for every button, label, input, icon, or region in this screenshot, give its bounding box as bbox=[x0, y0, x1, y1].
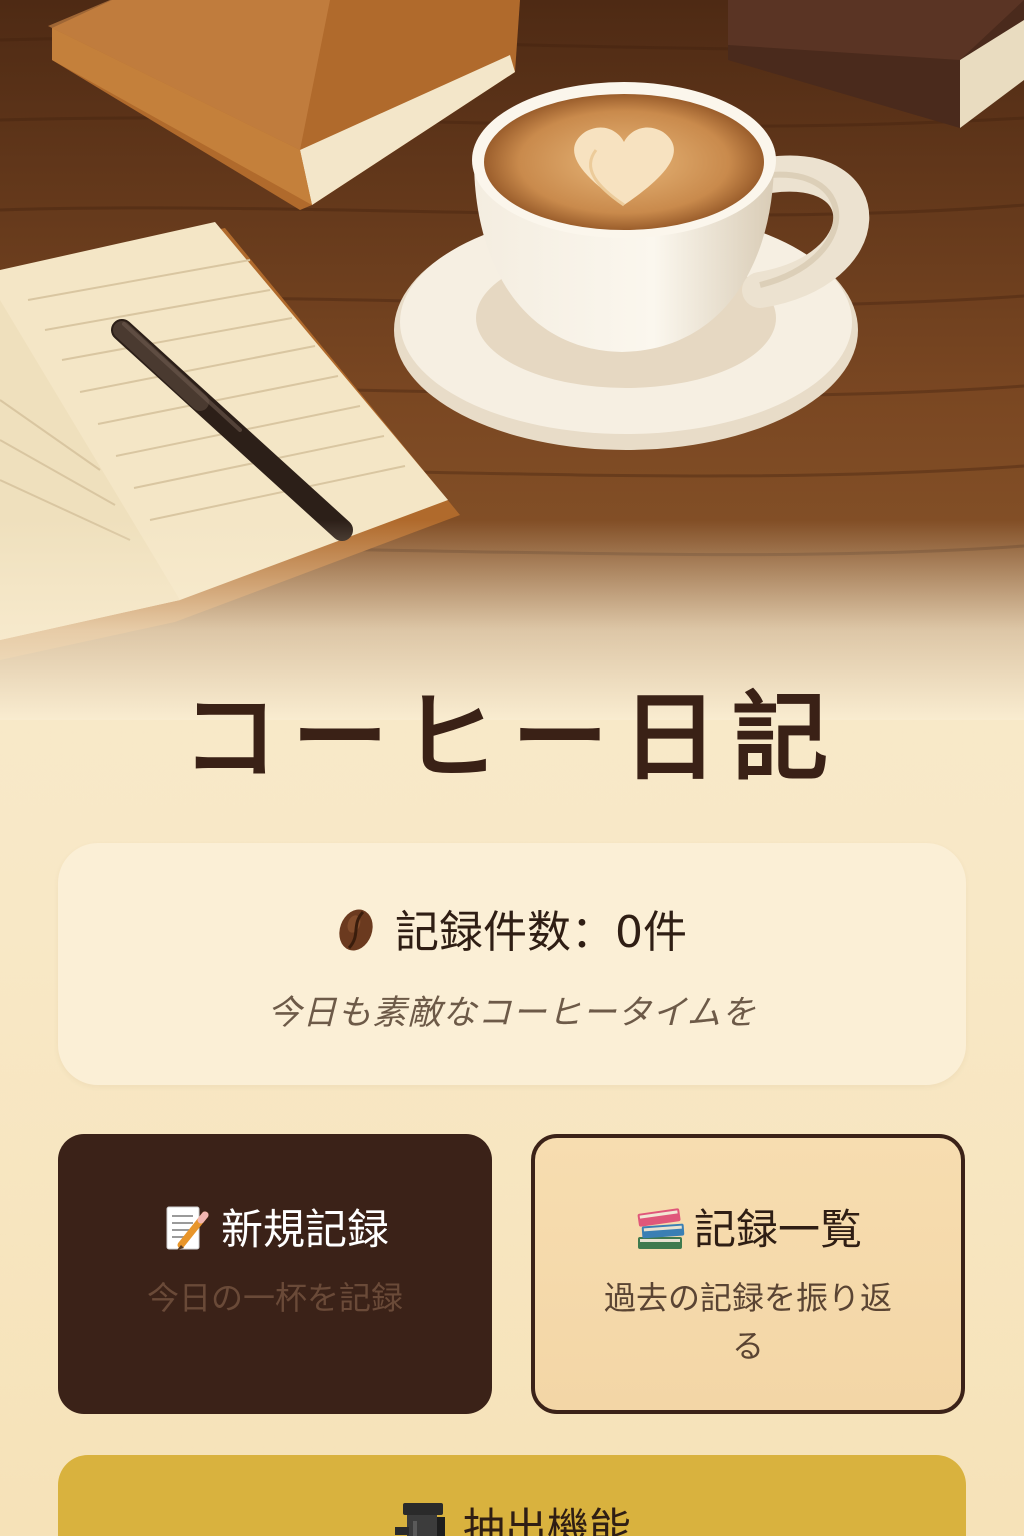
brew-title: 抽出機能 bbox=[58, 1495, 966, 1536]
coffee-grinder-icon bbox=[393, 1497, 451, 1536]
record-list-button[interactable]: 記録一覧 過去の記録を振り返る bbox=[531, 1134, 965, 1414]
stats-subtitle: 今日も素敵なコーヒータイムを bbox=[267, 993, 757, 1033]
page-title: コーヒー日記 bbox=[182, 682, 842, 794]
stats-card bbox=[58, 843, 966, 1085]
new-record-subtitle: 今日の一杯を記録 bbox=[146, 1279, 403, 1317]
stats-line: 記録件数：0件 bbox=[0, 896, 1024, 960]
record-count-text: 記録件数：0件 bbox=[395, 907, 687, 958]
hero-illustration bbox=[0, 0, 1024, 720]
memo-icon bbox=[161, 1203, 211, 1253]
record-list-subtitle: 過去の記録を振り返る bbox=[603, 1279, 892, 1365]
new-record-button[interactable]: 新規記録 今日の一杯を記録 bbox=[58, 1134, 492, 1414]
brew-label: 抽出機能 bbox=[462, 1504, 631, 1536]
brew-button[interactable]: 抽出機能 bbox=[58, 1455, 966, 1536]
record-list-title: 記録一覧 bbox=[535, 1196, 961, 1258]
coffee-bean-icon bbox=[337, 907, 375, 953]
books-icon bbox=[634, 1203, 685, 1253]
record-list-label: 記録一覧 bbox=[693, 1205, 862, 1254]
new-record-title: 新規記録 bbox=[58, 1196, 492, 1258]
new-record-label: 新規記録 bbox=[220, 1205, 389, 1254]
